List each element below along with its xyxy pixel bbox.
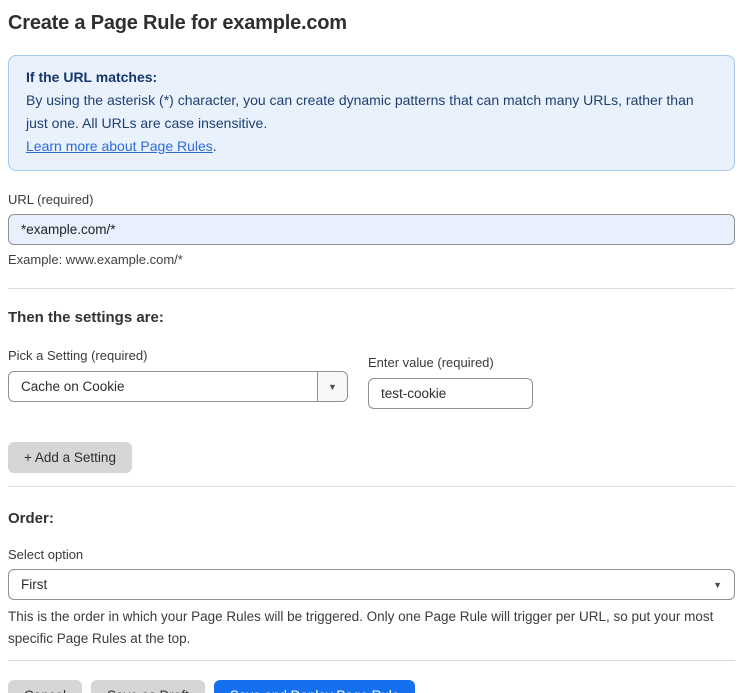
page-title: Create a Page Rule for example.com	[8, 12, 347, 34]
order-select-value: First	[21, 577, 48, 592]
pick-setting-column: Pick a Setting (required) Cache on Cooki…	[8, 348, 348, 402]
divider	[8, 288, 735, 289]
info-box-heading: If the URL matches:	[26, 69, 158, 85]
order-select-label: Select option	[8, 547, 84, 562]
enter-value-column: Enter value (required)	[368, 355, 533, 409]
order-helper-text: This is the order in which your Page Rul…	[8, 609, 714, 646]
setting-value-input[interactable]	[368, 378, 533, 409]
url-input[interactable]	[8, 214, 735, 245]
url-match-info-box: If the URL matches: By using the asteris…	[8, 55, 735, 171]
link-period: .	[212, 138, 217, 154]
url-example-helper: Example: www.example.com/*	[8, 252, 183, 267]
enter-value-label: Enter value (required)	[368, 355, 494, 370]
settings-row: Pick a Setting (required) Cache on Cooki…	[8, 348, 735, 409]
url-field-label: URL (required)	[8, 192, 94, 207]
info-box-body: By using the asterisk (*) character, you…	[26, 92, 694, 131]
learn-more-link[interactable]: Learn more about Page Rules	[26, 138, 213, 154]
cancel-button[interactable]: Cancel	[8, 680, 83, 693]
save-as-draft-button[interactable]: Save as Draft	[91, 680, 205, 693]
divider	[8, 486, 735, 487]
pick-setting-label: Pick a Setting (required)	[8, 348, 148, 363]
setting-select[interactable]: Cache on Cookie ▼	[8, 371, 348, 402]
divider	[8, 660, 735, 661]
save-and-deploy-button[interactable]: Save and Deploy Page Rule	[213, 680, 416, 693]
settings-section-heading: Then the settings are:	[8, 309, 164, 326]
order-section-heading: Order:	[8, 510, 54, 527]
chevron-down-icon: ▼	[713, 579, 722, 590]
chevron-down-icon: ▼	[328, 381, 337, 392]
footer-actions: Cancel Save as Draft Save and Deploy Pag…	[8, 680, 735, 693]
order-select[interactable]: First ▼	[8, 569, 735, 600]
add-setting-button[interactable]: + Add a Setting	[8, 442, 132, 473]
setting-select-arrow-button[interactable]: ▼	[317, 372, 347, 401]
setting-select-value: Cache on Cookie	[21, 379, 125, 394]
create-page-rule-form: Create a Page Rule for example.com If th…	[0, 0, 750, 693]
info-box-link-line: Learn more about Page Rules.	[26, 135, 717, 158]
